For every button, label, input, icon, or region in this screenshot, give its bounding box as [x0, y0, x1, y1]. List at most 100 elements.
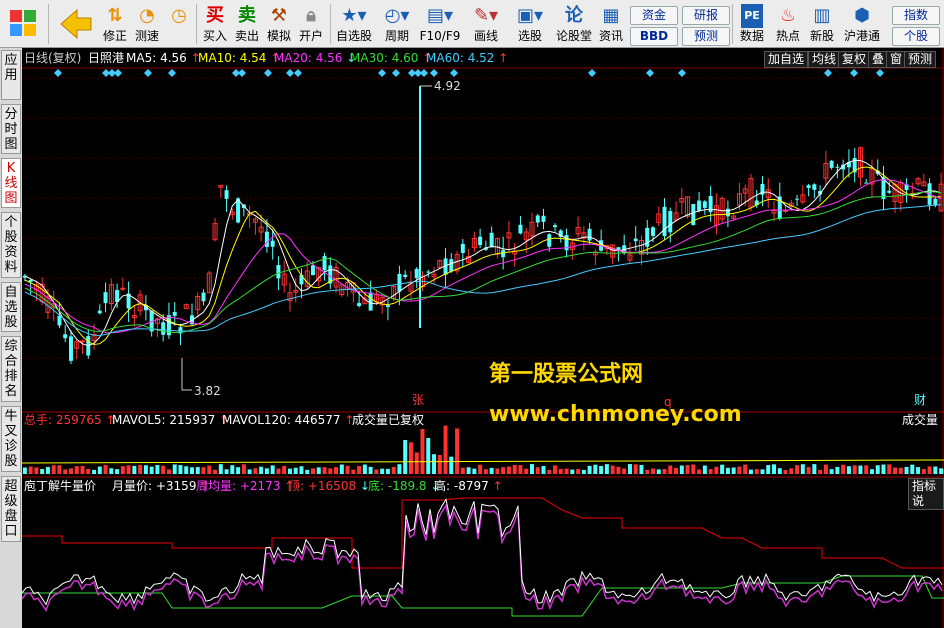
- volume-bar: [420, 429, 425, 474]
- candle-body: [426, 271, 431, 273]
- volume-bar: [662, 468, 667, 474]
- ma5-readout: MA5: 4.56 ↑: [126, 51, 201, 65]
- candle-body: [725, 208, 730, 217]
- volume-bar: [218, 464, 223, 474]
- candle-body: [835, 166, 840, 168]
- volume-bar: [904, 466, 909, 474]
- volume-bar: [455, 428, 460, 474]
- window-button[interactable]: 窗: [886, 51, 907, 68]
- volume-bar: [679, 465, 684, 474]
- open-account-button[interactable]: 🔒︎ 开户: [296, 2, 326, 46]
- f10-button[interactable]: ▤▾ F10/F9: [418, 2, 462, 46]
- forum-button[interactable]: 论 论股堂: [554, 2, 594, 46]
- windows-icon[interactable]: [4, 2, 42, 46]
- indicator-lines: [22, 497, 944, 617]
- sell-button[interactable]: 卖 卖出: [232, 2, 262, 46]
- event-marker: [588, 69, 596, 77]
- volume-bar: [760, 469, 765, 474]
- candle-body: [933, 198, 938, 206]
- volume-bar: [132, 465, 137, 474]
- volume-bar: [34, 467, 39, 474]
- forecast-button[interactable]: 预测: [904, 51, 937, 68]
- period-button[interactable]: ◴▾ 周期: [378, 2, 416, 46]
- event-marker: [144, 69, 152, 77]
- hot-button[interactable]: ♨ 热点: [772, 2, 804, 46]
- sidebar-tab-zonghe-paiming[interactable]: 综合排名: [1, 336, 21, 402]
- candle-body: [120, 287, 126, 290]
- candle-body: [385, 305, 390, 308]
- indicator-help-button[interactable]: 指标说: [908, 478, 944, 510]
- fuquan-button[interactable]: 复权: [838, 51, 871, 68]
- sidebar-tab-niucha-zhengu[interactable]: 牛叉诊股: [1, 406, 21, 472]
- volume-bar: [835, 466, 840, 474]
- candle-body: [397, 273, 402, 292]
- low-price-label: 3.82: [194, 384, 221, 398]
- sidebar-tab-chaoji-pankou[interactable]: 超级盘口: [1, 476, 21, 542]
- volume-bar: [806, 467, 811, 474]
- overlay-button[interactable]: 叠: [868, 51, 889, 68]
- candle-body: [864, 182, 869, 184]
- xiuzheng-button[interactable]: ⇅ 修正: [100, 2, 130, 46]
- volume-bar: [120, 466, 125, 474]
- candle-body: [264, 231, 269, 247]
- bbd-button[interactable]: BBD: [630, 27, 678, 46]
- ma-button[interactable]: 均线: [808, 51, 841, 68]
- volume-bar: [518, 465, 523, 474]
- candle-body: [161, 322, 166, 335]
- volume-bar: [276, 468, 281, 474]
- sidebar-tab-fenshi[interactable]: 分时图: [1, 104, 21, 154]
- yanbao-button[interactable]: 研报: [682, 6, 730, 25]
- volume-bar: [259, 466, 264, 474]
- simulate-button[interactable]: ⚒ 模拟: [264, 2, 294, 46]
- volume-bar: [541, 466, 546, 474]
- indicator-name[interactable]: 庖丁解牛量价: [24, 479, 96, 493]
- event-marker: [378, 69, 386, 77]
- kline-chart-area[interactable]: 日线(复权) 日照港 MA5: 4.56 ↑ MA10: 4.54 ↑ MA20…: [22, 48, 944, 628]
- sidebar-tab-kline[interactable]: K线图: [1, 158, 21, 208]
- back-button[interactable]: [58, 2, 94, 46]
- hk-connect-button[interactable]: ⬢ 沪港通: [840, 2, 884, 46]
- candle-body: [63, 334, 68, 339]
- sidebar-tab-zixuangu[interactable]: 自选股: [1, 282, 21, 332]
- buy-button[interactable]: 买 买入: [200, 2, 230, 46]
- volume-bar: [783, 469, 788, 474]
- volume-bar: [800, 464, 805, 474]
- volume-bar: [576, 469, 581, 474]
- zhishu-button[interactable]: 指数: [892, 6, 940, 25]
- volume-bar: [149, 466, 154, 474]
- sidebar-tab-gegu-ziliao[interactable]: 个股资料: [1, 212, 21, 278]
- clock-button[interactable]: ◷: [164, 2, 194, 46]
- add-watchlist-button[interactable]: 加自选: [764, 51, 809, 68]
- data-button[interactable]: PE 数据: [736, 2, 768, 46]
- volume-bar: [437, 454, 442, 474]
- zijin-button[interactable]: 资金: [630, 6, 678, 25]
- stock-picker-button[interactable]: ▣▾ 选股: [510, 2, 550, 46]
- news-button[interactable]: ▦ 资讯: [596, 2, 626, 46]
- zongshou-readout: 总手: 259765 ↑: [24, 413, 116, 427]
- ma60-readout: MA60: 4.52 ↑: [426, 51, 509, 65]
- candle-body: [489, 232, 494, 248]
- volume-bar: [282, 465, 287, 474]
- volume-bar: [795, 465, 800, 474]
- sidebar-tab-yingyong[interactable]: 应用: [1, 50, 21, 100]
- watchlist-button[interactable]: ★▾ 自选股: [334, 2, 374, 46]
- volume-bar: [674, 467, 679, 474]
- volume-bar: [772, 464, 777, 474]
- volume-bar: [564, 468, 569, 474]
- volume-bar: [501, 467, 506, 474]
- buy-icon: 买: [206, 5, 224, 26]
- period-mode[interactable]: 日线(复权): [24, 51, 81, 65]
- volume-bar: [57, 465, 62, 474]
- volume-label[interactable]: 成交量: [902, 413, 938, 427]
- gao-readout: 高: -8797 ↑: [434, 479, 503, 493]
- yuce-button[interactable]: 预测: [682, 27, 730, 46]
- volume-bar: [881, 464, 886, 474]
- volume-bar: [616, 466, 621, 474]
- cesu-button[interactable]: ◔ 测速: [132, 2, 162, 46]
- candle-body: [201, 292, 206, 302]
- ipo-button[interactable]: ▥ 新股: [806, 2, 838, 46]
- gegu-button[interactable]: 个股: [892, 27, 940, 46]
- volume-bar: [28, 466, 33, 474]
- draw-line-button[interactable]: ✎▾ 画线: [466, 2, 506, 46]
- volume-bar: [63, 469, 68, 474]
